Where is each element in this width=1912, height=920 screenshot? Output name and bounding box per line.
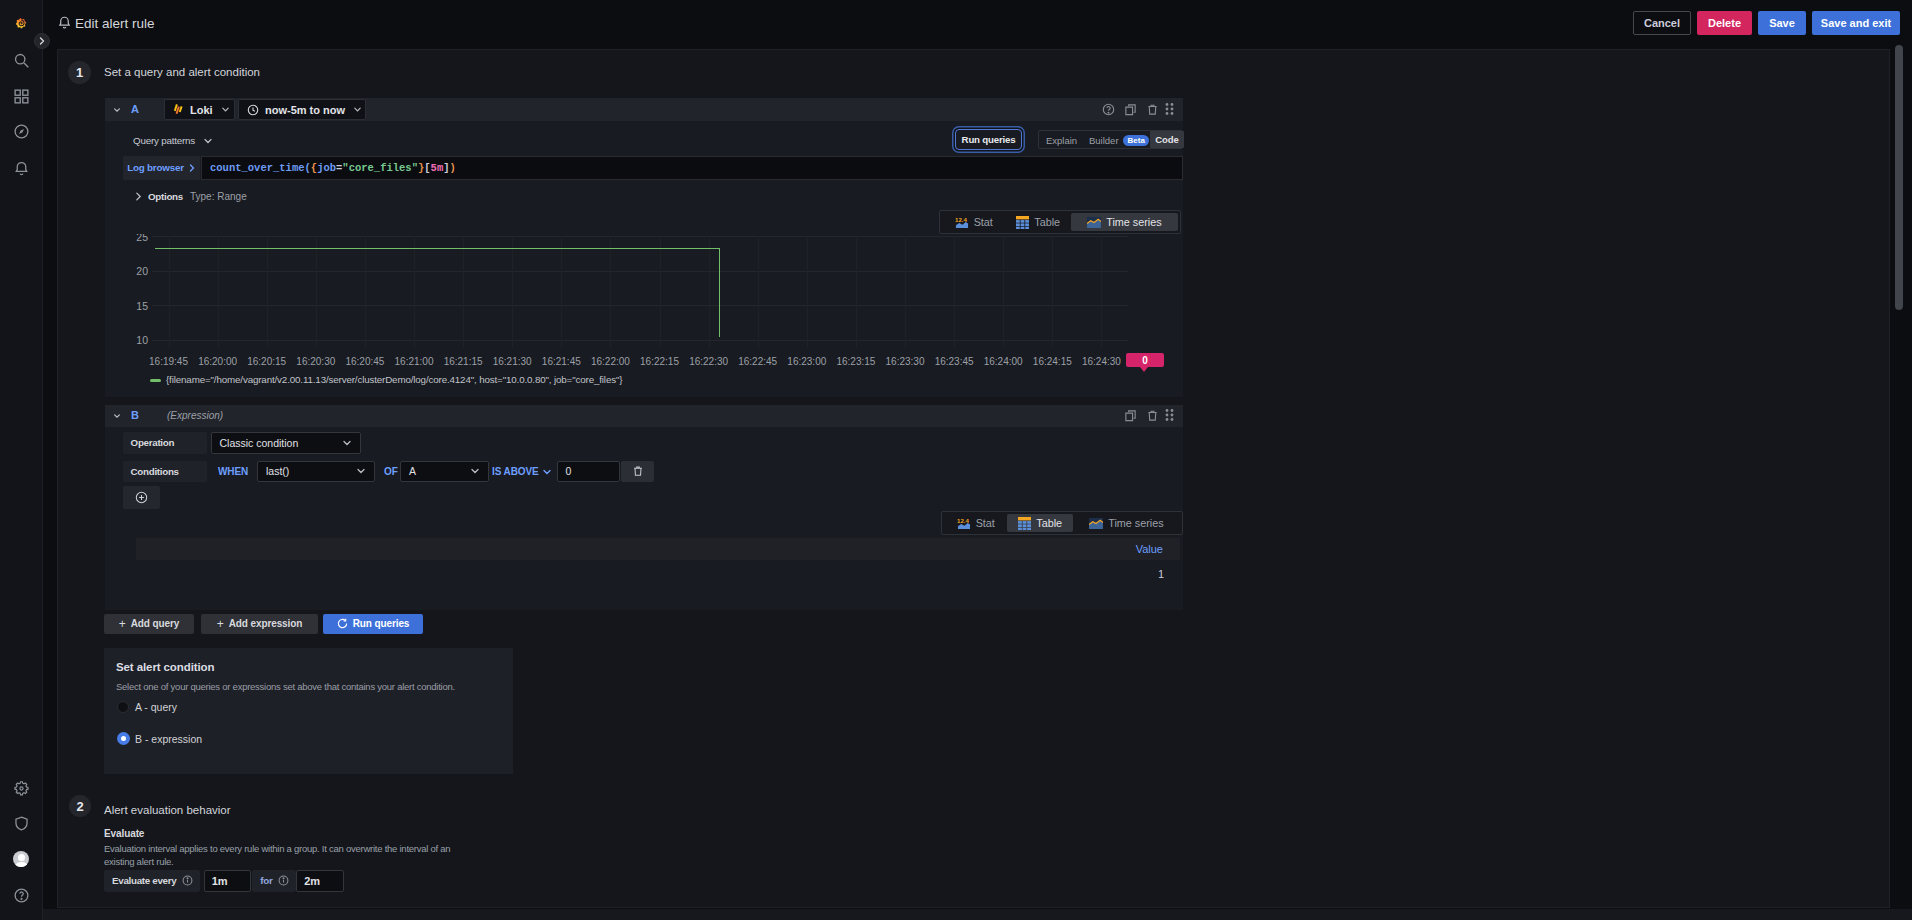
- svg-text:12.4: 12.4: [957, 517, 969, 523]
- svg-text:12.4: 12.4: [955, 216, 967, 222]
